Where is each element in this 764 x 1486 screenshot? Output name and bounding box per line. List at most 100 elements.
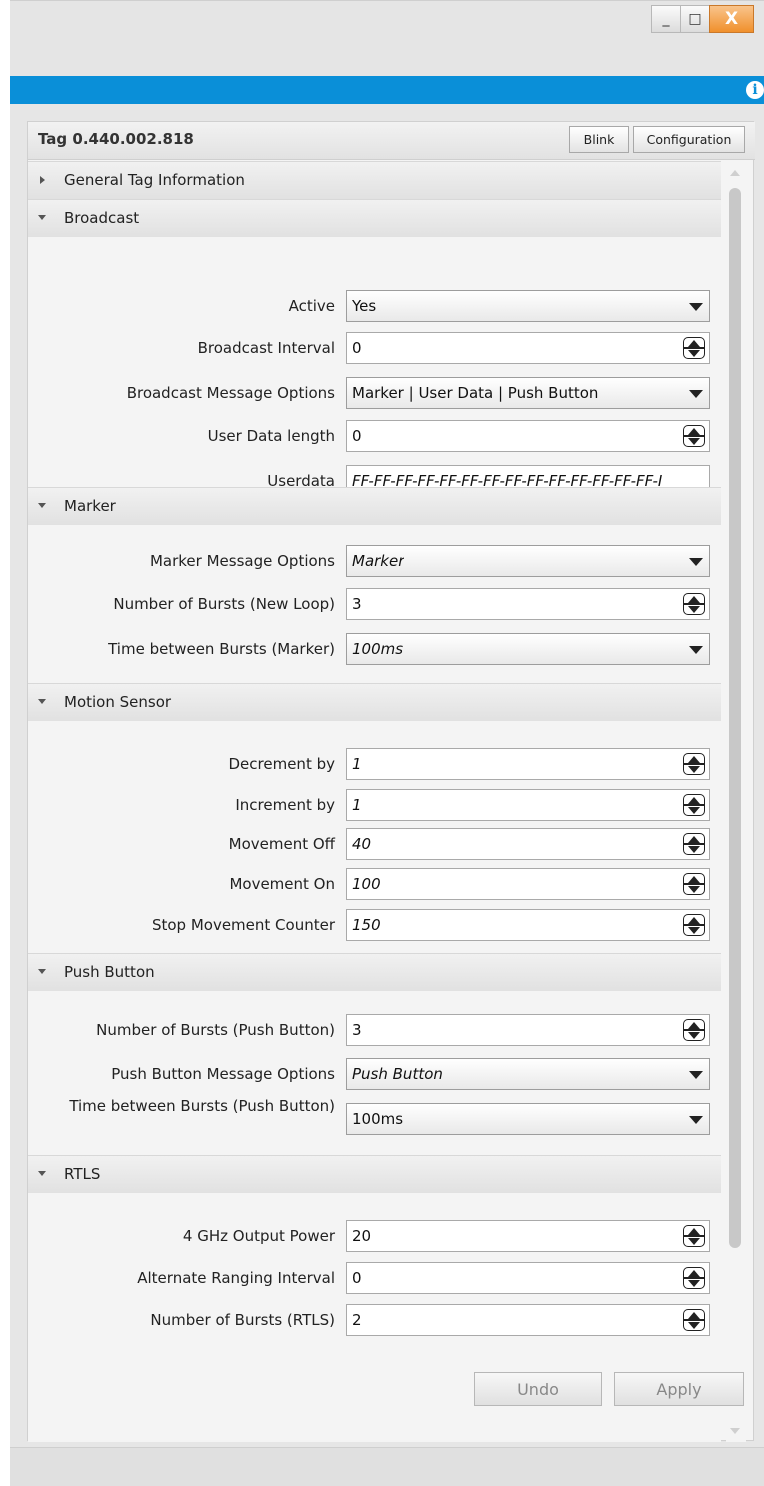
section-header-motion-sensor[interactable]: Motion Sensor bbox=[28, 683, 721, 721]
field-value: 100ms bbox=[352, 640, 404, 658]
tag-configuration-window: _ □ X i Tag 0.440.002.818 Blink Configur… bbox=[10, 0, 764, 1486]
broadcast-interval-input[interactable]: 0 bbox=[346, 332, 710, 364]
spinner-icon[interactable] bbox=[683, 833, 705, 855]
field-value: Marker bbox=[352, 552, 405, 570]
field-value: 100 bbox=[352, 875, 381, 893]
close-button[interactable]: X bbox=[709, 5, 754, 33]
page-title: Tag 0.440.002.818 bbox=[38, 130, 194, 148]
field-value: 150 bbox=[352, 916, 381, 934]
undo-button[interactable]: Undo bbox=[474, 1372, 602, 1406]
section-header-push-button[interactable]: Push Button bbox=[28, 953, 721, 991]
spinner-icon[interactable] bbox=[683, 1225, 705, 1247]
section-title: RTLS bbox=[64, 1165, 101, 1183]
expand-arrow-icon bbox=[40, 176, 45, 184]
field-label: Number of Bursts (Push Button) bbox=[96, 1021, 335, 1039]
section-title: Motion Sensor bbox=[64, 693, 172, 711]
section-header-marker[interactable]: Marker bbox=[28, 487, 721, 525]
field-row-marker-message-options: Marker Message Options Marker bbox=[28, 545, 721, 579]
spinner-icon[interactable] bbox=[683, 753, 705, 775]
time-between-bursts-push-button-dropdown[interactable]: 100ms bbox=[346, 1103, 710, 1135]
spinner-icon[interactable] bbox=[683, 1019, 705, 1041]
spinner-icon[interactable] bbox=[683, 337, 705, 359]
broadcast-message-options-dropdown[interactable]: Marker | User Data | Push Button bbox=[346, 377, 710, 409]
collapse-arrow-icon bbox=[38, 215, 46, 220]
section-header-broadcast[interactable]: Broadcast bbox=[28, 199, 721, 237]
section-header-rtls[interactable]: RTLS bbox=[28, 1155, 721, 1193]
field-value: 40 bbox=[352, 835, 372, 853]
movement-off-input[interactable]: 40 bbox=[346, 828, 710, 860]
field-label: User Data length bbox=[207, 427, 335, 445]
time-between-bursts-marker-dropdown[interactable]: 100ms bbox=[346, 633, 710, 665]
field-label: Active bbox=[288, 297, 335, 315]
scrollbar-thumb[interactable] bbox=[729, 188, 741, 1248]
spinner-icon[interactable] bbox=[683, 794, 705, 816]
apply-button[interactable]: Apply bbox=[614, 1372, 744, 1406]
spinner-icon[interactable] bbox=[683, 1267, 705, 1289]
active-dropdown[interactable]: Yes bbox=[346, 290, 710, 322]
number-of-bursts-new-loop-input[interactable]: 3 bbox=[346, 588, 710, 620]
number-of-bursts-push-button-input[interactable]: 3 bbox=[346, 1014, 710, 1046]
field-label: Time between Bursts (Push Button) bbox=[69, 1097, 335, 1115]
field-row-decrement-by: Decrement by 1 bbox=[28, 748, 721, 782]
output-power-input[interactable]: 20 bbox=[346, 1220, 710, 1252]
field-row-number-of-bursts-new-loop: Number of Bursts (New Loop) 3 bbox=[28, 588, 721, 622]
field-value: 1 bbox=[352, 796, 362, 814]
field-value: 0 bbox=[352, 427, 362, 445]
section-header-general[interactable]: General Tag Information bbox=[28, 161, 721, 199]
blink-button[interactable]: Blink bbox=[569, 126, 629, 153]
section-title: Broadcast bbox=[64, 209, 140, 227]
properties-scroll-area[interactable]: General Tag Information Broadcast Active… bbox=[28, 161, 721, 1442]
vertical-scrollbar[interactable] bbox=[726, 162, 746, 1442]
field-label: Alternate Ranging Interval bbox=[137, 1269, 335, 1287]
field-value: 3 bbox=[352, 595, 362, 613]
user-data-length-input[interactable]: 0 bbox=[346, 420, 710, 452]
field-label: 4 GHz Output Power bbox=[182, 1227, 335, 1245]
dropdown-arrow-icon bbox=[689, 390, 703, 398]
scroll-up-icon[interactable] bbox=[730, 170, 740, 176]
spinner-icon[interactable] bbox=[683, 593, 705, 615]
dropdown-arrow-icon bbox=[689, 1116, 703, 1124]
maximize-button[interactable]: □ bbox=[680, 5, 710, 33]
field-row-user-data-length: User Data length 0 bbox=[28, 420, 721, 454]
decrement-by-input[interactable]: 1 bbox=[346, 748, 710, 780]
field-value: 1 bbox=[352, 755, 362, 773]
field-label: Broadcast Interval bbox=[197, 339, 335, 357]
dropdown-arrow-icon bbox=[689, 558, 703, 566]
stop-movement-counter-input[interactable]: 150 bbox=[346, 909, 710, 941]
field-row-number-of-bursts-push-button: Number of Bursts (Push Button) 3 bbox=[28, 1014, 721, 1048]
push-button-message-options-dropdown[interactable]: Push Button bbox=[346, 1058, 710, 1090]
spinner-icon[interactable] bbox=[683, 873, 705, 895]
field-row-4ghz-output-power: 4 GHz Output Power 20 bbox=[28, 1220, 721, 1254]
configuration-button[interactable]: Configuration bbox=[633, 126, 745, 153]
field-row-increment-by: Increment by 1 bbox=[28, 789, 721, 823]
scroll-down-icon[interactable] bbox=[730, 1428, 740, 1434]
field-label: Broadcast Message Options bbox=[126, 384, 335, 402]
info-icon[interactable]: i bbox=[746, 81, 764, 99]
field-value: Yes bbox=[352, 297, 377, 315]
panel-header: Tag 0.440.002.818 Blink Configuration bbox=[28, 122, 755, 160]
collapse-arrow-icon bbox=[38, 503, 46, 508]
collapse-arrow-icon bbox=[38, 699, 46, 704]
movement-on-input[interactable]: 100 bbox=[346, 868, 710, 900]
field-label: Decrement by bbox=[228, 755, 336, 773]
spinner-icon[interactable] bbox=[683, 914, 705, 936]
title-bar: _ □ X bbox=[10, 0, 764, 76]
number-of-bursts-rtls-input[interactable]: 2 bbox=[346, 1304, 710, 1336]
info-bar: i bbox=[10, 76, 764, 104]
field-row-stop-movement-counter: Stop Movement Counter 150 bbox=[28, 909, 721, 943]
marker-message-options-dropdown[interactable]: Marker bbox=[346, 545, 710, 577]
spinner-icon[interactable] bbox=[683, 425, 705, 447]
field-value: 2 bbox=[352, 1311, 362, 1329]
field-label: Time between Bursts (Marker) bbox=[108, 640, 335, 658]
minimize-button[interactable]: _ bbox=[651, 5, 681, 33]
field-label: Movement Off bbox=[228, 835, 335, 853]
alternate-ranging-interval-input[interactable]: 0 bbox=[346, 1262, 710, 1294]
field-value: Push Button bbox=[352, 1065, 443, 1083]
field-row-number-of-bursts-rtls: Number of Bursts (RTLS) 2 bbox=[28, 1304, 721, 1338]
field-row-movement-on: Movement On 100 bbox=[28, 868, 721, 902]
field-value: Marker | User Data | Push Button bbox=[352, 384, 599, 402]
spinner-icon[interactable] bbox=[683, 1309, 705, 1331]
collapse-arrow-icon bbox=[38, 969, 46, 974]
increment-by-input[interactable]: 1 bbox=[346, 789, 710, 821]
field-row-movement-off: Movement Off 40 bbox=[28, 828, 721, 862]
